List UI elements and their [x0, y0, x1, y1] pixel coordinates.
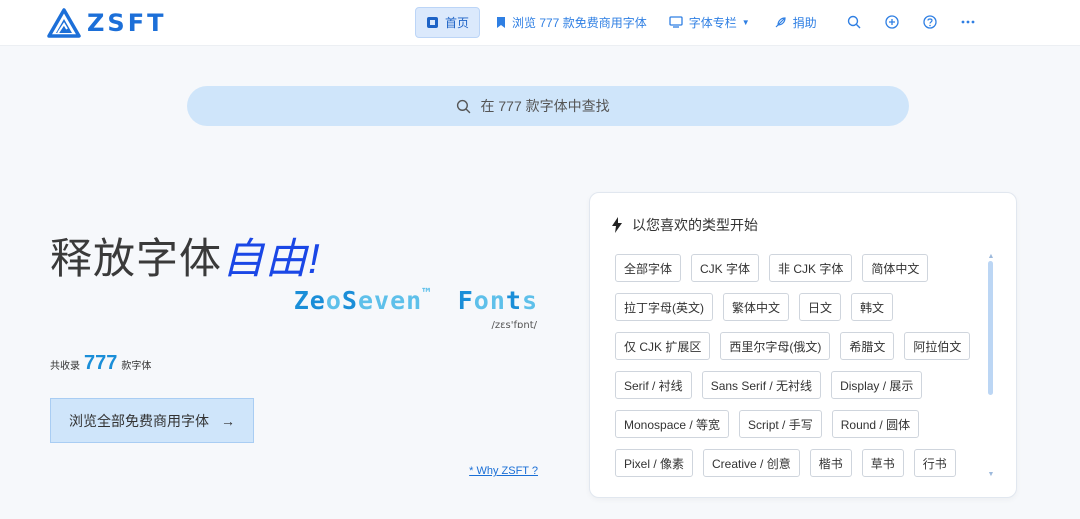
brand-part: even [357, 286, 423, 315]
category-tag[interactable]: Script / 手写 [739, 410, 822, 438]
browse-all-label: 浏览全部免费商用字体 [69, 412, 209, 429]
category-tag[interactable]: 简体中文 [862, 254, 929, 282]
logo-mark-icon [47, 8, 81, 38]
category-tag[interactable]: CJK 字体 [691, 254, 760, 282]
nav-more-button[interactable] [949, 6, 987, 38]
category-tag[interactable]: 非 CJK 字体 [769, 254, 853, 282]
count-prefix: 共收录 [50, 361, 80, 372]
site-logo[interactable]: ZSFT [47, 7, 166, 39]
scroll-up-icon[interactable]: ▲ [987, 253, 995, 261]
nav-columns-label: 字体专栏 [688, 15, 737, 30]
phonetic-text: /zɛs'fɒnt/ [491, 320, 537, 331]
category-tag[interactable]: Display / 展示 [831, 371, 923, 399]
category-tag[interactable]: 希腊文 [840, 332, 895, 360]
why-zsft-link[interactable]: * Why ZSFT ? [469, 465, 538, 477]
nav-home[interactable]: 首页 [415, 6, 480, 38]
category-tag-row: 仅 CJK 扩展区 西里尔字母(俄文) 希腊文 阿拉伯文 [615, 332, 985, 360]
category-tag[interactable]: 楷书 [809, 449, 852, 477]
brand-part: S [341, 286, 358, 315]
more-icon [961, 20, 975, 24]
lightning-icon [612, 217, 622, 233]
feather-icon [774, 16, 787, 29]
brand-part: Ze [293, 286, 326, 315]
font-search-bar[interactable] [187, 86, 909, 126]
nav-help-button[interactable] [911, 6, 949, 38]
home-icon [426, 16, 439, 29]
brand-part: s [521, 286, 538, 315]
brand-part: on [473, 286, 506, 315]
category-tag[interactable]: 韩文 [851, 293, 894, 321]
monitor-icon [669, 16, 683, 28]
category-tag[interactable]: 仅 CJK 扩展区 [615, 332, 711, 360]
browse-all-button[interactable]: 浏览全部免费商用字体 → [50, 398, 254, 443]
help-icon [923, 15, 937, 29]
category-tag[interactable]: 草书 [861, 449, 904, 477]
category-tag[interactable]: Creative / 创意 [703, 449, 800, 477]
search-icon [847, 15, 861, 29]
nav-browse-label: 浏览 777 款免费商用字体 [512, 15, 647, 30]
category-tag-row: Pixel / 像素 Creative / 创意 楷书 草书 行书 [615, 449, 985, 477]
category-tag[interactable]: 拉丁字母(英文) [615, 293, 713, 321]
brand-wordmark: ZeoSeven™ Fonts [294, 286, 538, 315]
category-tag[interactable]: Round / 圆体 [831, 410, 920, 438]
hero-title-post: ! [308, 235, 321, 282]
main-nav: 首页 浏览 777 款免费商用字体 字体专栏 ▼ 捐助 [415, 6, 987, 38]
category-card: 以您喜欢的类型开始 全部字体 CJK 字体非 CJK 字体 简体中文拉丁字母(英文)… [589, 192, 1017, 498]
count-suffix: 款字体 [121, 361, 152, 372]
chevron-down-icon: ▼ [741, 17, 750, 27]
brand-part: o [325, 286, 342, 315]
brand-part: t [505, 286, 522, 315]
category-tag[interactable]: 繁体中文 [723, 293, 790, 321]
nav-columns[interactable]: 字体专栏 ▼ [659, 7, 760, 38]
category-tag-row: 全部字体 CJK 字体非 CJK 字体 简体中文 [615, 254, 985, 282]
category-tag-row: Serif / 衬线 Sans Serif / 无衬线 Display / 展示 [615, 371, 985, 399]
hero-title-highlight: 自由 [222, 235, 309, 282]
category-tag[interactable]: 全部字体 [615, 254, 682, 282]
plus-circle-icon [885, 15, 899, 29]
category-tag[interactable]: 行书 [913, 449, 956, 477]
scroll-thumb[interactable] [988, 261, 993, 395]
bookmark-icon [496, 16, 506, 29]
category-tag[interactable]: 阿拉伯文 [904, 332, 971, 360]
arrow-right-icon: → [221, 412, 235, 429]
category-tag[interactable]: 日文 [799, 293, 842, 321]
category-tag-row: Monospace / 等宽 Script / 手写 Round / 圆体 [615, 410, 985, 438]
search-icon [456, 99, 470, 113]
category-tag-row: 拉丁字母(英文) 繁体中文 日文 韩文 [615, 293, 985, 321]
nav-add-button[interactable] [873, 6, 911, 38]
category-tag[interactable]: Monospace / 等宽 [615, 410, 730, 438]
category-tag-list: 全部字体 CJK 字体非 CJK 字体 简体中文拉丁字母(英文) 繁体中文 日文 韩文仅 … [615, 254, 985, 486]
category-tag[interactable]: Sans Serif / 无衬线 [701, 371, 822, 399]
category-tag[interactable]: Pixel / 像素 [615, 449, 694, 477]
category-title-text: 以您喜欢的类型开始 [632, 217, 758, 233]
nav-search-button[interactable] [835, 6, 873, 38]
category-scrollbar[interactable]: ▲ ▼ [987, 253, 995, 479]
hero-title: 释放字体自由! [50, 225, 321, 286]
nav-home-label: 首页 [445, 15, 470, 30]
nav-donate-label: 捐助 [792, 15, 817, 30]
hero-title-pre: 释放字体 [50, 235, 223, 282]
logo-text: ZSFT [87, 9, 167, 37]
scroll-down-icon[interactable]: ▼ [987, 471, 995, 479]
font-count: 共收录 777 款字体 [50, 352, 151, 375]
category-tag[interactable]: Serif / 衬线 [615, 371, 692, 399]
count-number: 777 [84, 352, 118, 374]
category-card-title: 以您喜欢的类型开始 [612, 215, 758, 235]
trademark-mark: ™ [422, 286, 432, 302]
nav-browse[interactable]: 浏览 777 款免费商用字体 [486, 7, 657, 38]
search-input[interactable] [480, 98, 641, 114]
top-header: ZSFT 首页 浏览 777 款免费商用字体 字体专栏 ▼ 捐助 [0, 0, 1080, 46]
category-tag[interactable]: 西里尔字母(俄文) [720, 332, 831, 360]
nav-donate[interactable]: 捐助 [764, 7, 827, 38]
brand-part: F [457, 286, 474, 315]
